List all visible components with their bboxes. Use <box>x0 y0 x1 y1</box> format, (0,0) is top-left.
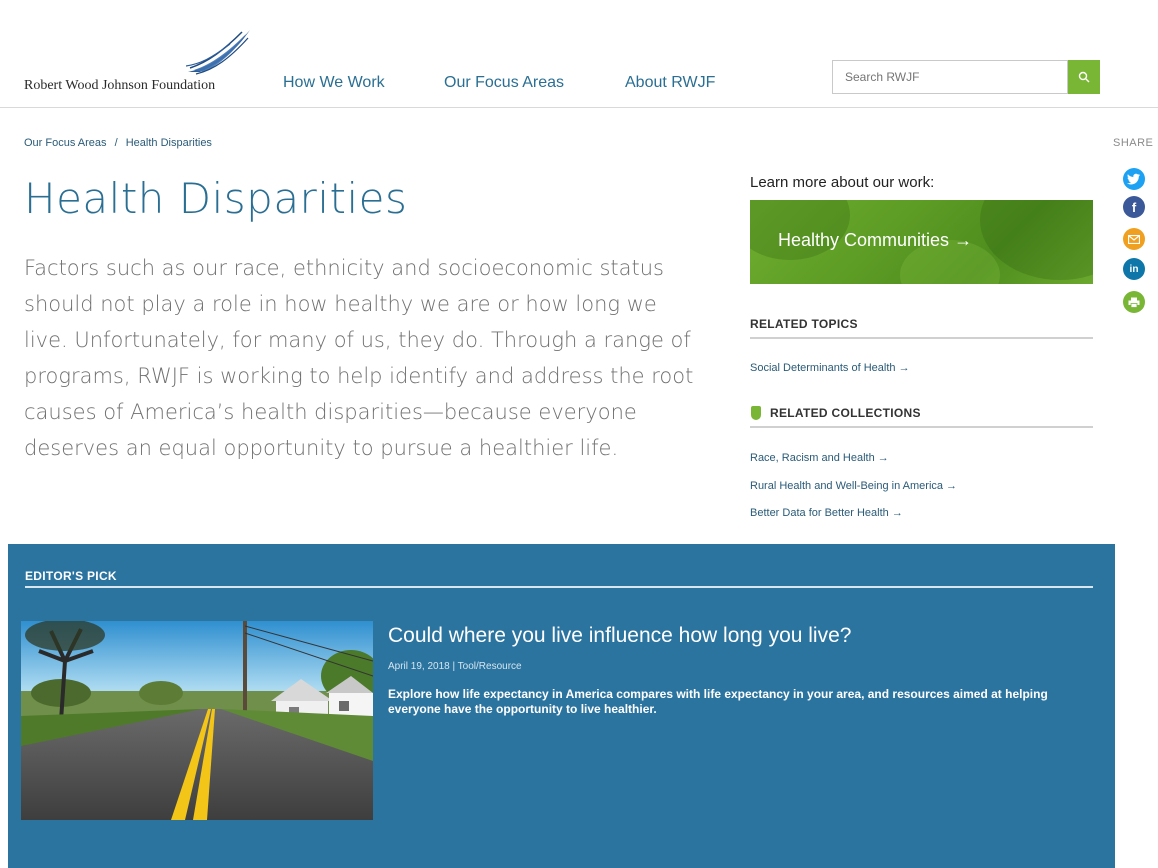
healthy-communities-link: Healthy Communities → <box>778 230 973 250</box>
divider <box>750 337 1093 339</box>
nav-our-focus-areas[interactable]: Our Focus Areas <box>444 74 564 92</box>
search-button[interactable] <box>1068 60 1100 94</box>
facebook-icon[interactable]: f <box>1123 196 1145 218</box>
page-title: Health Disparities <box>24 174 408 223</box>
search-box <box>832 60 1068 94</box>
learn-more-label: Learn more about our work: <box>750 174 935 191</box>
breadcrumb-separator: / <box>114 137 118 149</box>
editors-pick-description: Explore how life expectancy in America c… <box>388 687 1048 716</box>
related-topics-heading: RELATED TOPICS <box>750 317 858 331</box>
logo-bird-icon <box>186 30 250 75</box>
related-collections-heading: RELATED COLLECTIONS <box>770 406 921 420</box>
editors-pick-title[interactable]: Could where you live influence how long … <box>388 624 851 648</box>
share-label: SHARE <box>1113 137 1154 149</box>
site-header: Robert Wood Johnson Foundation How We Wo… <box>0 0 1158 108</box>
print-icon[interactable] <box>1123 291 1145 313</box>
search-icon <box>1078 71 1090 83</box>
editors-pick-meta: April 19, 2018 | Tool/Resource <box>388 661 522 672</box>
divider <box>750 426 1093 428</box>
twitter-icon[interactable] <box>1123 168 1145 190</box>
nav-about-rwjf[interactable]: About RWJF <box>625 74 715 92</box>
collection-link[interactable]: Better Data for Better Health → <box>750 507 903 519</box>
healthy-communities-card[interactable]: Healthy Communities → <box>750 200 1093 284</box>
editors-pick-label: EDITOR'S PICK <box>25 569 117 583</box>
collection-link[interactable]: Race, Racism and Health → <box>750 452 889 464</box>
bookmark-icon <box>751 406 761 420</box>
nav-how-we-work[interactable]: How We Work <box>283 74 385 92</box>
collection-link[interactable]: Rural Health and Well-Being in America → <box>750 480 957 492</box>
road-photo <box>21 621 373 820</box>
intro-paragraph: Factors such as our race, ethnicity and … <box>24 256 694 460</box>
breadcrumb: Our Focus Areas / Health Disparities <box>24 137 212 149</box>
email-icon[interactable] <box>1123 228 1145 250</box>
search-input[interactable] <box>833 61 1067 93</box>
editors-pick-image[interactable] <box>21 621 373 820</box>
divider <box>25 586 1093 588</box>
site-logo[interactable]: Robert Wood Johnson Foundation <box>24 28 254 98</box>
logo-text: Robert Wood Johnson Foundation <box>24 78 216 93</box>
breadcrumb-our-focus-areas[interactable]: Our Focus Areas <box>24 137 107 149</box>
linkedin-icon[interactable]: in <box>1123 258 1145 280</box>
editors-pick-section: EDITOR'S PICK Could where you live influ… <box>8 544 1115 868</box>
breadcrumb-current: Health Disparities <box>125 137 212 149</box>
related-topic-link[interactable]: Social Determinants of Health → <box>750 362 910 374</box>
